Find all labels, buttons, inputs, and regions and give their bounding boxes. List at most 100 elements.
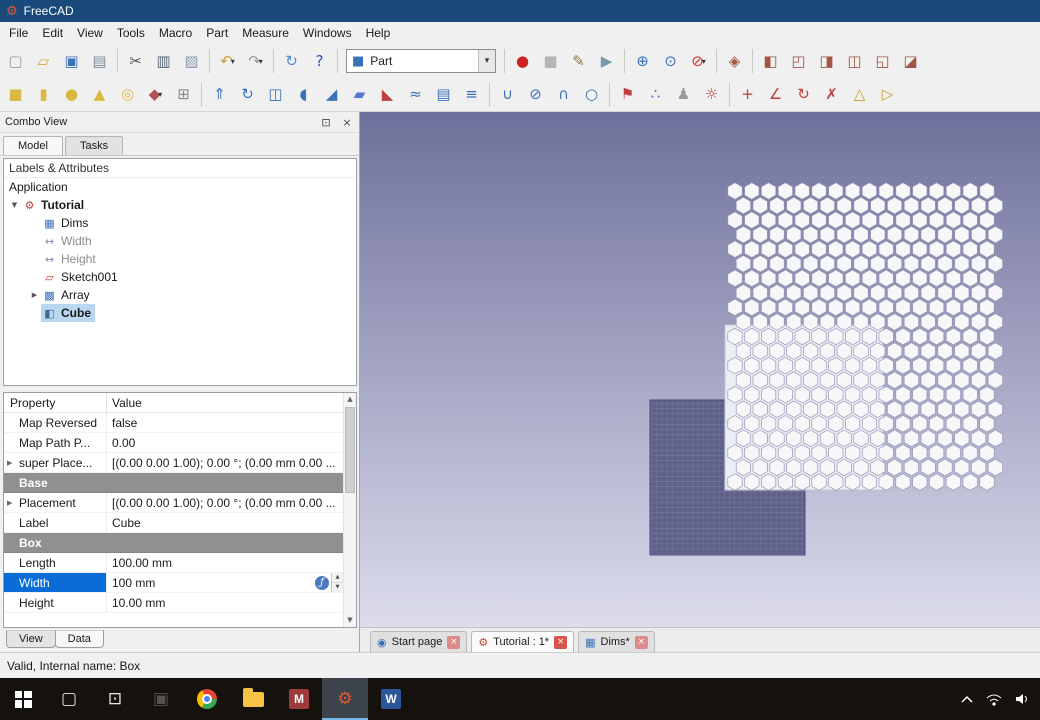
ruled-surface-button[interactable]: ▰ <box>346 81 373 108</box>
tree-item-sketch001[interactable]: ▱Sketch001 <box>4 268 356 286</box>
part-cylinder-button[interactable]: ▮ <box>30 81 57 108</box>
undo-button[interactable]: ↶▾ <box>214 48 241 75</box>
macro-edit-button[interactable]: ✎ <box>565 48 592 75</box>
property-row-map-path-p[interactable]: Map Path P...0.00 <box>4 433 343 453</box>
part-cone-button[interactable]: ▲ <box>86 81 113 108</box>
boolean-common-button[interactable]: ∩ <box>550 81 577 108</box>
macro-play-button[interactable]: ▶ <box>593 48 620 75</box>
workbench-selector[interactable]: ■Part▾ <box>346 49 496 73</box>
tab-close-button[interactable]: × <box>554 636 567 649</box>
scroll-up-button[interactable]: ▲ <box>344 393 356 406</box>
menu-tools[interactable]: Tools <box>110 23 152 43</box>
view-axonometric-button[interactable]: ◈ <box>721 48 748 75</box>
panel-float-button[interactable]: ⊡ <box>319 116 333 129</box>
draw-style-button[interactable]: ⊘▾ <box>685 48 712 75</box>
copy-button[interactable]: ▥ <box>150 48 177 75</box>
task-view-button[interactable]: ▢ <box>46 678 92 720</box>
file-explorer-button[interactable] <box>230 678 276 720</box>
property-row-length[interactable]: Length100.00 mm <box>4 553 343 573</box>
loft-button[interactable]: ◣ <box>374 81 401 108</box>
workbench-dropdown-arrow[interactable]: ▾ <box>478 50 495 72</box>
chrome-button[interactable] <box>184 678 230 720</box>
photos-button[interactable]: ▣ <box>138 678 184 720</box>
measure-clear-all-button[interactable]: ✗ <box>818 81 845 108</box>
measure-toggle-delta-button[interactable]: ▷ <box>874 81 901 108</box>
extrude-button[interactable]: ⇑ <box>206 81 233 108</box>
tree-item-dims[interactable]: ▦Dims <box>4 214 356 232</box>
print-button[interactable]: ▤ <box>86 48 113 75</box>
view-top-button[interactable]: ◰ <box>785 48 812 75</box>
tree-item-height[interactable]: ↔Height <box>4 250 356 268</box>
paste-button[interactable]: ▨ <box>178 48 205 75</box>
network-icon[interactable] <box>986 692 1002 706</box>
refine-shape-button[interactable]: ♟ <box>670 81 697 108</box>
expander-icon[interactable]: ▶ <box>7 499 12 507</box>
store-button[interactable]: ⊡ <box>92 678 138 720</box>
menu-view[interactable]: View <box>70 23 110 43</box>
tab-close-button[interactable]: × <box>447 636 460 649</box>
redo-button[interactable]: ↷▾ <box>242 48 269 75</box>
menu-part[interactable]: Part <box>199 23 235 43</box>
3d-view-area[interactable] <box>360 112 1040 627</box>
connect-button[interactable]: ∴ <box>642 81 669 108</box>
expression-editor-icon[interactable]: ƒ <box>315 576 329 590</box>
macro-record-button[interactable]: ● <box>509 48 536 75</box>
revolve-button[interactable]: ↻ <box>234 81 261 108</box>
spin-up-button[interactable]: ▲ <box>332 573 343 583</box>
measure-linear-button[interactable]: + <box>734 81 761 108</box>
property-row-placement[interactable]: ▶Placement[(0.00 0.00 1.00); 0.00 °; (0.… <box>4 493 343 513</box>
menu-macro[interactable]: Macro <box>152 23 199 43</box>
volume-icon[interactable] <box>1014 692 1030 706</box>
chevron-right-icon[interactable]: ▶ <box>28 291 41 299</box>
property-scrollbar[interactable]: ▲ ▼ <box>343 393 356 627</box>
spin-down-button[interactable]: ▼ <box>332 583 343 593</box>
view-bottom-button[interactable]: ◱ <box>869 48 896 75</box>
view-left-button[interactable]: ◪ <box>897 48 924 75</box>
defeaturing-button[interactable]: ☼ <box>698 81 725 108</box>
zoom-selection-button[interactable]: ⊙ <box>657 48 684 75</box>
boolean-operation-button[interactable]: ○ <box>578 81 605 108</box>
value-spinner[interactable]: ▲▼ <box>331 573 343 592</box>
chevron-down-icon[interactable]: ▼ <box>8 201 21 209</box>
start-button[interactable] <box>0 678 46 720</box>
tree-item-array[interactable]: ▶▩Array <box>4 286 356 304</box>
mail-button[interactable]: M <box>276 678 322 720</box>
check-geometry-button[interactable]: ⚑ <box>614 81 641 108</box>
menu-measure[interactable]: Measure <box>235 23 296 43</box>
refresh-button[interactable]: ↻ <box>278 48 305 75</box>
document-tab-dims[interactable]: ▦Dims*× <box>578 631 655 652</box>
property-row-width[interactable]: Width100 mmƒ▲▼ <box>4 573 343 593</box>
view-right-button[interactable]: ◨ <box>813 48 840 75</box>
cross-sections-button[interactable]: ≡ <box>458 81 485 108</box>
part-sphere-button[interactable]: ● <box>58 81 85 108</box>
document-tab-tutorial-1[interactable]: ⚙Tutorial : 1*× <box>471 631 574 652</box>
tab-model[interactable]: Model <box>3 136 63 155</box>
tree-item-tutorial[interactable]: ▼⚙Tutorial <box>4 196 356 214</box>
freecad-button[interactable]: ⚙ <box>322 678 368 720</box>
new-file-button[interactable]: ▢ <box>2 48 29 75</box>
panel-close-button[interactable]: × <box>340 116 354 129</box>
menu-windows[interactable]: Windows <box>296 23 359 43</box>
section-button[interactable]: ▤ <box>430 81 457 108</box>
word-button[interactable]: W <box>368 678 414 720</box>
part-torus-button[interactable]: ◎ <box>114 81 141 108</box>
menu-file[interactable]: File <box>2 23 35 43</box>
part-box-button[interactable]: ■ <box>2 81 29 108</box>
property-row-label[interactable]: LabelCube <box>4 513 343 533</box>
whats-this-button[interactable]: ? <box>306 48 333 75</box>
property-row-height[interactable]: Height10.00 mm <box>4 593 343 613</box>
open-file-button[interactable]: ▱ <box>30 48 57 75</box>
macro-stop-button[interactable]: ■ <box>537 48 564 75</box>
expander-icon[interactable]: ▶ <box>7 459 12 467</box>
tree-item-width[interactable]: ↔Width <box>4 232 356 250</box>
document-tab-start-page[interactable]: ◉Start page× <box>370 631 467 652</box>
tray-expand-button[interactable] <box>960 694 974 704</box>
measure-toggle-3d-button[interactable]: △ <box>846 81 873 108</box>
chamfer-button[interactable]: ◢ <box>318 81 345 108</box>
view-rear-button[interactable]: ◫ <box>841 48 868 75</box>
view-front-button[interactable]: ◧ <box>757 48 784 75</box>
part-primitives-button[interactable]: ◆▾ <box>142 81 169 108</box>
scrollbar-thumb[interactable] <box>345 407 355 493</box>
save-button[interactable]: ▣ <box>58 48 85 75</box>
tree-item-cube[interactable]: ◧Cube <box>4 304 356 322</box>
